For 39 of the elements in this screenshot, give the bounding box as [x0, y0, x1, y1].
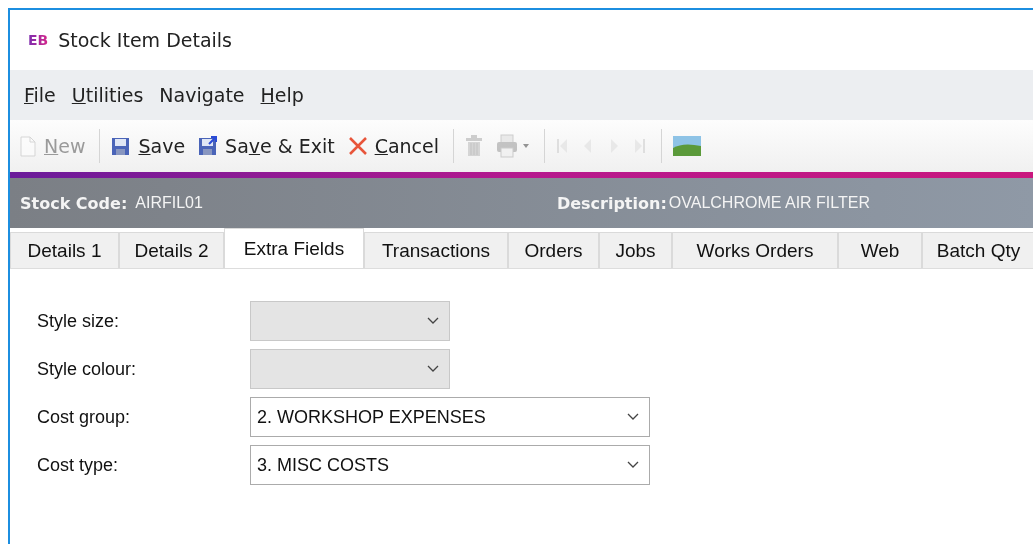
field-label: Cost group: — [37, 406, 132, 428]
save-exit-button[interactable]: Save & Exit — [193, 135, 339, 157]
menu-item[interactable]: File — [16, 84, 64, 106]
field-label: Style size: — [37, 310, 121, 332]
tab[interactable]: Works Orders — [672, 232, 838, 268]
menu-item[interactable]: Utilities — [63, 84, 152, 106]
first-record-icon — [555, 136, 569, 156]
tab[interactable]: Jobs — [599, 232, 672, 268]
tab[interactable]: Transactions — [364, 232, 508, 268]
chevron-down-icon — [627, 461, 639, 469]
tab[interactable]: Details 2 — [119, 232, 224, 268]
window-title: Stock Item Details — [58, 29, 233, 51]
tab[interactable]: Batch Qty — [922, 232, 1033, 268]
last-record-icon — [633, 136, 647, 156]
tab[interactable]: Extra Fields — [224, 228, 364, 268]
tab[interactable]: Details 1 — [10, 232, 119, 268]
dropdown-field[interactable]: 2. WORKSHOP EXPENSES — [250, 397, 650, 437]
description-label: Description: — [556, 193, 667, 213]
app-logo: EB — [28, 32, 49, 48]
field-label: Cost type: — [37, 454, 120, 476]
chevron-down-icon — [627, 413, 639, 421]
menu-item[interactable]: Help — [252, 84, 312, 106]
dropdown-field[interactable]: 3. MISC COSTS — [250, 445, 650, 485]
menu-item[interactable]: Navigate — [151, 84, 253, 106]
chevron-down-icon — [427, 365, 439, 373]
description-value: OVALCHROME AIR FILTER — [668, 194, 870, 212]
tab[interactable]: Web — [838, 232, 922, 268]
landscape-image-icon — [672, 134, 702, 158]
document-icon — [18, 135, 38, 157]
close-icon — [346, 135, 369, 157]
cancel-button[interactable]: Cancel — [342, 135, 443, 157]
stock-code-value: AIRFIL01 — [135, 194, 203, 212]
tab[interactable]: Orders — [508, 232, 599, 268]
save-button[interactable]: Save — [106, 135, 190, 157]
printer-icon — [496, 134, 530, 158]
chevron-down-icon — [427, 317, 439, 325]
stock-code-label: Stock Code: — [20, 193, 128, 213]
trash-can-icon — [464, 134, 484, 158]
field-label: Style colour: — [37, 358, 138, 380]
